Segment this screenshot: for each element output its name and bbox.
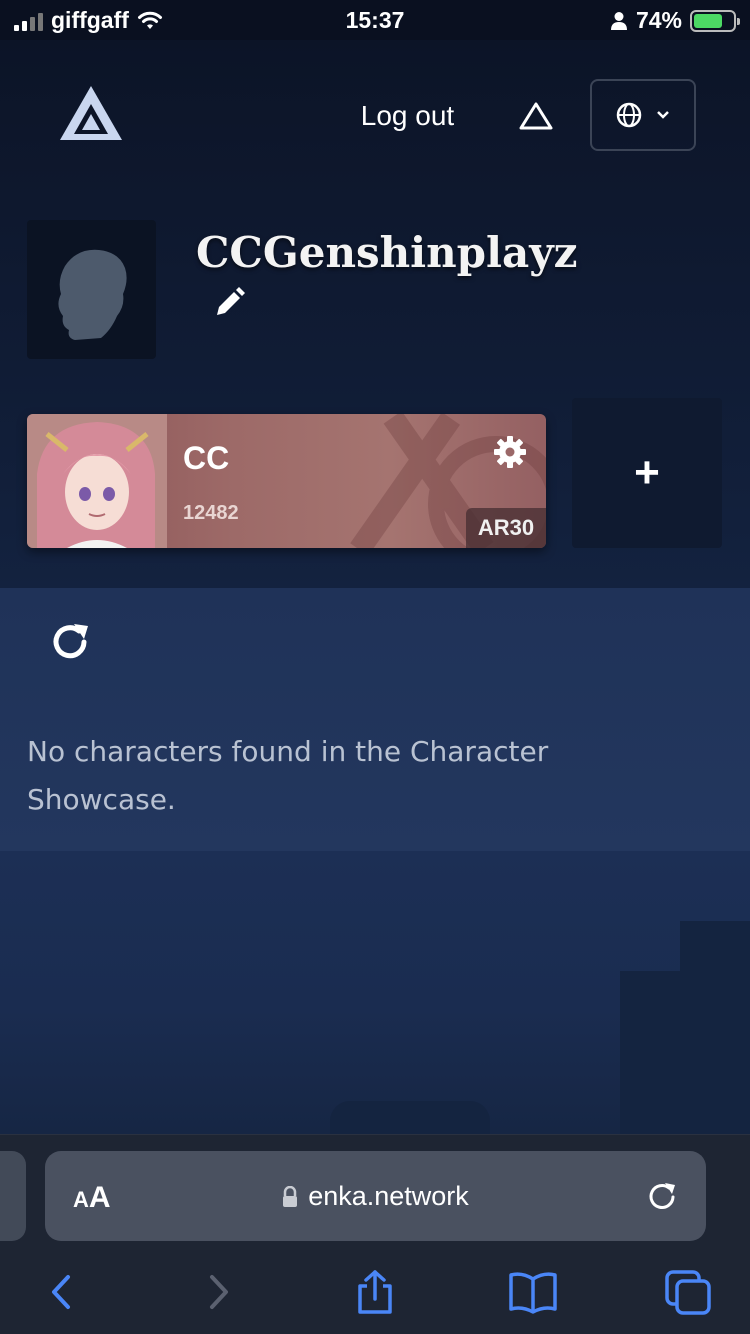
add-account-button[interactable]: + — [572, 398, 722, 548]
adventure-rank-badge: AR30 — [466, 508, 546, 548]
battery-percent: 74% — [635, 7, 682, 33]
safari-toolbar: AA enka.network — [0, 1134, 750, 1334]
tabs-icon[interactable] — [664, 1269, 711, 1315]
character-portrait — [27, 414, 167, 548]
person-icon — [610, 11, 627, 30]
silhouette-icon — [58, 249, 127, 340]
account-uid: 12482 — [183, 502, 239, 524]
language-selector[interactable] — [590, 79, 696, 151]
pencil-icon[interactable] — [212, 286, 246, 320]
back-icon[interactable] — [40, 1269, 86, 1315]
globe-icon — [616, 102, 642, 128]
address-bar[interactable]: AA enka.network — [45, 1151, 706, 1241]
share-icon[interactable] — [352, 1269, 398, 1315]
enka-logo-icon[interactable] — [58, 84, 124, 142]
gear-icon[interactable] — [492, 434, 528, 470]
account-name: CC — [183, 440, 230, 476]
account-card[interactable]: CC 12482 AR30 — [27, 414, 546, 548]
url-text: enka.network — [308, 1181, 469, 1211]
status-bar: giffgaff 15:37 74% — [0, 0, 750, 40]
battery-charging-icon — [690, 9, 740, 32]
avatar — [27, 220, 156, 359]
forward-icon[interactable] — [196, 1269, 242, 1315]
previous-tab-preview[interactable] — [0, 1151, 26, 1241]
triangle-icon[interactable] — [518, 100, 554, 132]
showcase-empty-message: No characters found in the Character Sho… — [27, 735, 549, 816]
chevron-down-icon — [657, 111, 669, 119]
logout-button[interactable]: Log out — [340, 96, 475, 136]
lock-icon — [283, 1185, 298, 1207]
bookmarks-icon[interactable] — [508, 1269, 557, 1315]
reload-icon[interactable] — [644, 1179, 680, 1215]
scenery-background — [0, 851, 750, 1134]
refresh-icon[interactable] — [46, 618, 94, 666]
url-display[interactable]: enka.network — [45, 1181, 706, 1212]
profile-username: CCGenshinplayz — [196, 228, 578, 277]
